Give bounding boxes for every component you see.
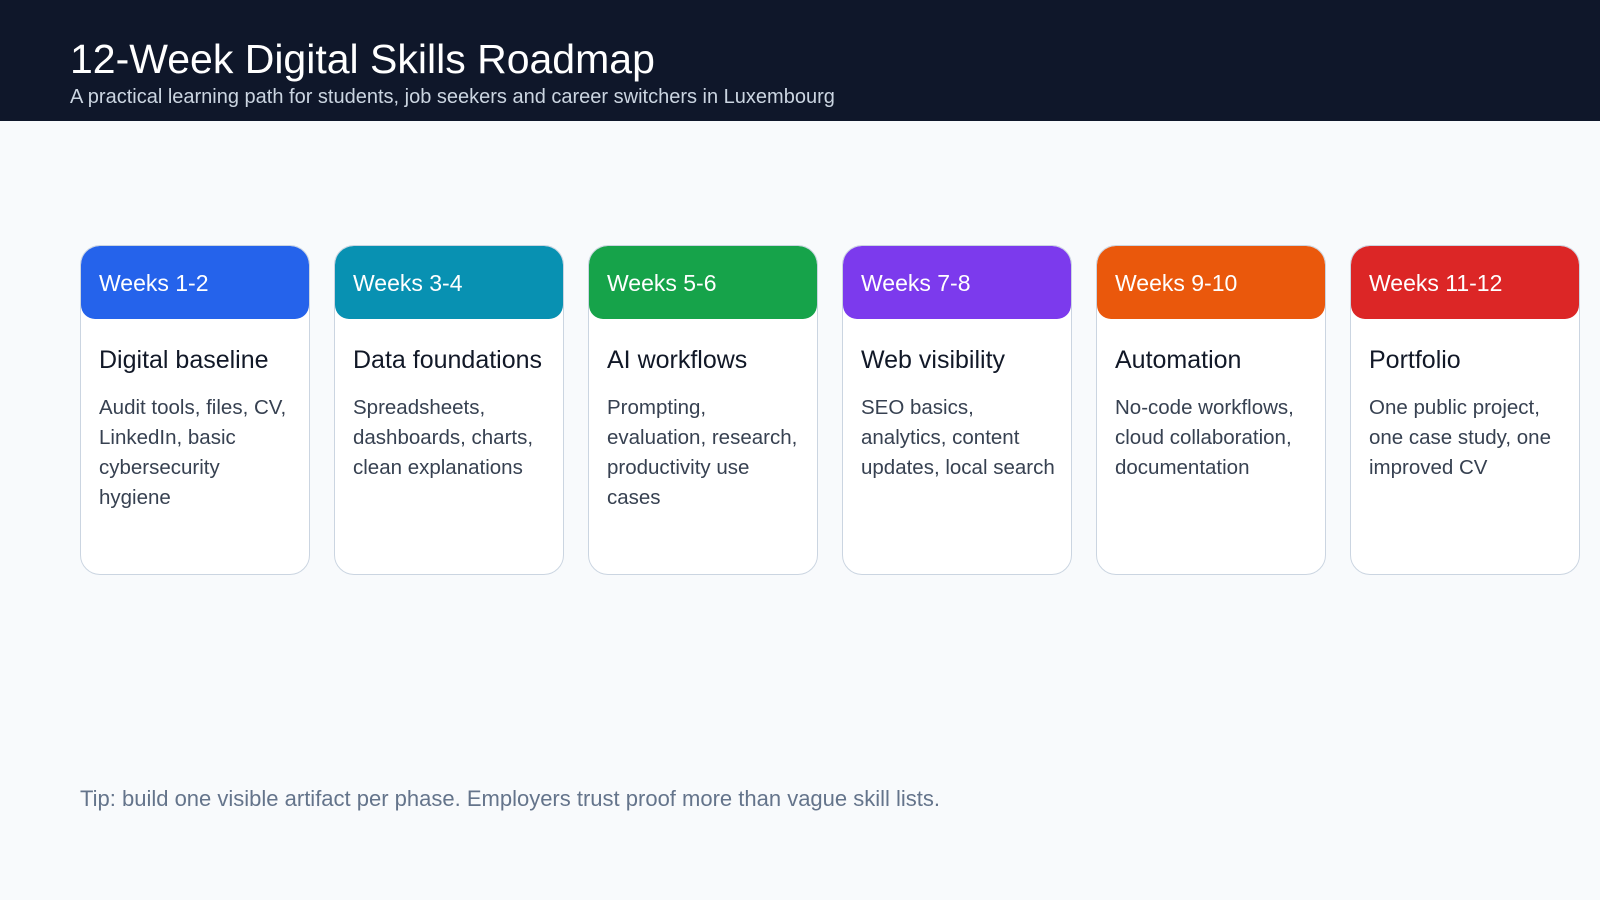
phase-description: Audit tools, files, CV, LinkedIn, basic … [99, 396, 287, 509]
phase-title: Web visibility [861, 346, 1006, 374]
phase-description: Spreadsheets, dashboards, charts, clean … [353, 396, 534, 479]
phase-title: Digital baseline [99, 346, 269, 374]
phase-card-weeks-9-10: Weeks 9-10 Automation No-code workflows,… [1096, 245, 1326, 575]
phase-weeks-label: Weeks 11-12 [1351, 246, 1579, 319]
phase-title: AI workflows [607, 346, 748, 374]
phase-card-weeks-7-8: Weeks 7-8 Web visibility SEO basics, ana… [842, 245, 1072, 575]
page-title: 12-Week Digital Skills Roadmap [70, 36, 655, 82]
phase-weeks-label: Weeks 5-6 [589, 246, 817, 319]
phase-card-weeks-3-4: Weeks 3-4 Data foundations Spreadsheets,… [334, 245, 564, 575]
phase-description: Prompting, evaluation, research, product… [607, 396, 798, 509]
tip-text: Tip: build one visible artifact per phas… [80, 786, 941, 811]
phase-title: Data foundations [353, 346, 543, 374]
phase-card-weeks-1-2: Weeks 1-2 Digital baseline Audit tools, … [80, 245, 310, 575]
phase-weeks-label: Weeks 3-4 [335, 246, 563, 319]
phase-description: One public project, one case study, one … [1369, 396, 1551, 479]
phase-title: Portfolio [1369, 346, 1461, 374]
phase-weeks-label: Weeks 9-10 [1097, 246, 1325, 319]
phase-weeks-label: Weeks 7-8 [843, 246, 1071, 319]
phase-description: SEO basics, analytics, content updates, … [861, 396, 1055, 479]
phase-title: Automation [1115, 346, 1242, 374]
phase-description: No-code workflows, cloud collaboration, … [1115, 396, 1294, 479]
header-bar: 12-Week Digital Skills Roadmap A practic… [0, 0, 1600, 121]
phase-card-weeks-11-12: Weeks 11-12 Portfolio One public project… [1350, 245, 1580, 575]
phase-card-weeks-5-6: Weeks 5-6 AI workflows Prompting, evalua… [588, 245, 818, 575]
phase-weeks-label: Weeks 1-2 [81, 246, 309, 319]
page-subtitle: A practical learning path for students, … [70, 86, 835, 108]
